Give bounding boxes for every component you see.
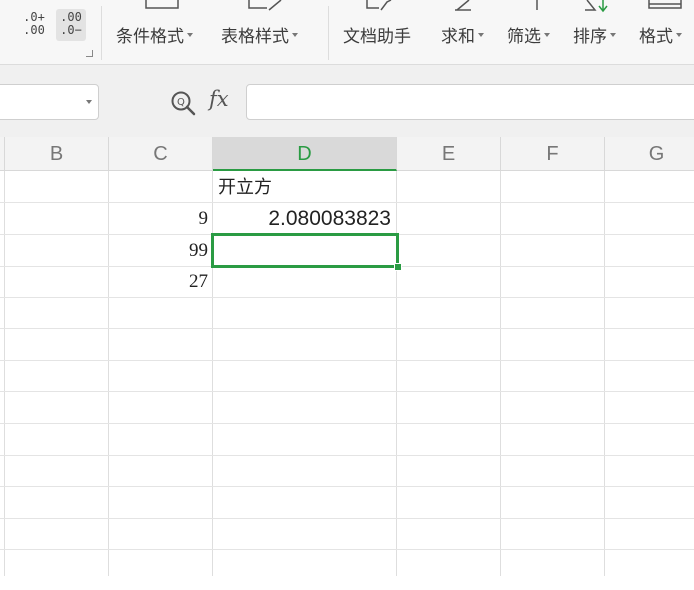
grid-line (0, 297, 694, 298)
sort-icon (585, 0, 608, 13)
grid-line (0, 423, 694, 424)
column-header-d[interactable]: D (213, 137, 397, 171)
grid-line (0, 391, 694, 392)
decrease-decimal-button[interactable]: .00 .0− (56, 9, 86, 41)
grid-line (396, 171, 397, 576)
table-style-label: 表格样式 (221, 27, 289, 47)
doc-assistant-button[interactable]: 文档助手 (343, 0, 425, 64)
grid-line (0, 360, 694, 361)
dialog-launcher-icon[interactable] (86, 50, 93, 57)
column-header-b[interactable]: B (5, 137, 109, 171)
grid-line (0, 328, 694, 329)
grid-line (500, 171, 501, 576)
sum-label: 求和 (441, 27, 475, 47)
table-style-button[interactable]: 表格样式 (221, 0, 321, 64)
grid-line (0, 518, 694, 519)
grid-line (0, 455, 694, 456)
filter-button[interactable]: 筛选 (507, 0, 563, 64)
conditional-format-button[interactable]: 条件格式 (116, 0, 216, 64)
column-header-f[interactable]: F (501, 137, 605, 171)
zoom-formula-icon[interactable]: Q (170, 90, 198, 116)
doc-assistant-icon (366, 0, 392, 11)
column-header-c[interactable]: C (109, 137, 213, 171)
filter-icon (536, 0, 538, 10)
format-icon (648, 0, 682, 9)
name-box[interactable] (0, 84, 99, 120)
ribbon-toolbar: .0+ .00 .00 .0− 条件格式 表格样式 文档助手 求和 筛选 排序 … (0, 0, 694, 65)
conditional-format-icon (145, 0, 179, 9)
format-button[interactable]: 格式 (639, 0, 694, 64)
conditional-format-label: 条件格式 (116, 27, 184, 47)
format-label: 格式 (639, 27, 673, 47)
column-header-e[interactable]: E (397, 137, 501, 171)
cell-c4[interactable]: 27 (109, 267, 212, 297)
doc-assistant-label: 文档助手 (343, 27, 411, 47)
grid-line (0, 549, 694, 550)
table-style-icon (248, 0, 282, 11)
formula-bar: Q fx (0, 65, 694, 137)
filter-label: 筛选 (507, 27, 541, 47)
increase-decimal-button[interactable]: .0+ .00 (20, 11, 48, 37)
cell-d1[interactable]: 开立方 (213, 173, 396, 203)
active-cell-d3[interactable] (211, 233, 399, 268)
fx-icon[interactable]: fx (209, 87, 229, 111)
ribbon-separator (101, 6, 102, 60)
decrease-decimal-bottom: .0− (60, 23, 82, 37)
sort-button[interactable]: 排序 (573, 0, 629, 64)
chevron-down-icon[interactable] (86, 100, 92, 104)
cell-grid[interactable]: 开立方 9 2.080083823 99 27 (0, 171, 694, 576)
cell-c3[interactable]: 99 (109, 235, 212, 266)
grid-line (604, 171, 605, 576)
cell-c2[interactable]: 9 (109, 203, 212, 234)
cell-d2[interactable]: 2.080083823 (213, 203, 396, 234)
sort-label: 排序 (573, 27, 607, 47)
column-header-g[interactable]: G (605, 137, 694, 171)
grid-line (0, 486, 694, 487)
svg-text:Q: Q (177, 97, 185, 108)
sum-button[interactable]: 求和 (441, 0, 497, 64)
formula-input[interactable] (246, 84, 694, 120)
increase-decimal-bottom: .00 (23, 23, 45, 37)
fill-handle[interactable] (394, 263, 402, 271)
sum-icon (455, 0, 471, 11)
ribbon-separator (328, 6, 329, 60)
grid-line (4, 171, 5, 576)
